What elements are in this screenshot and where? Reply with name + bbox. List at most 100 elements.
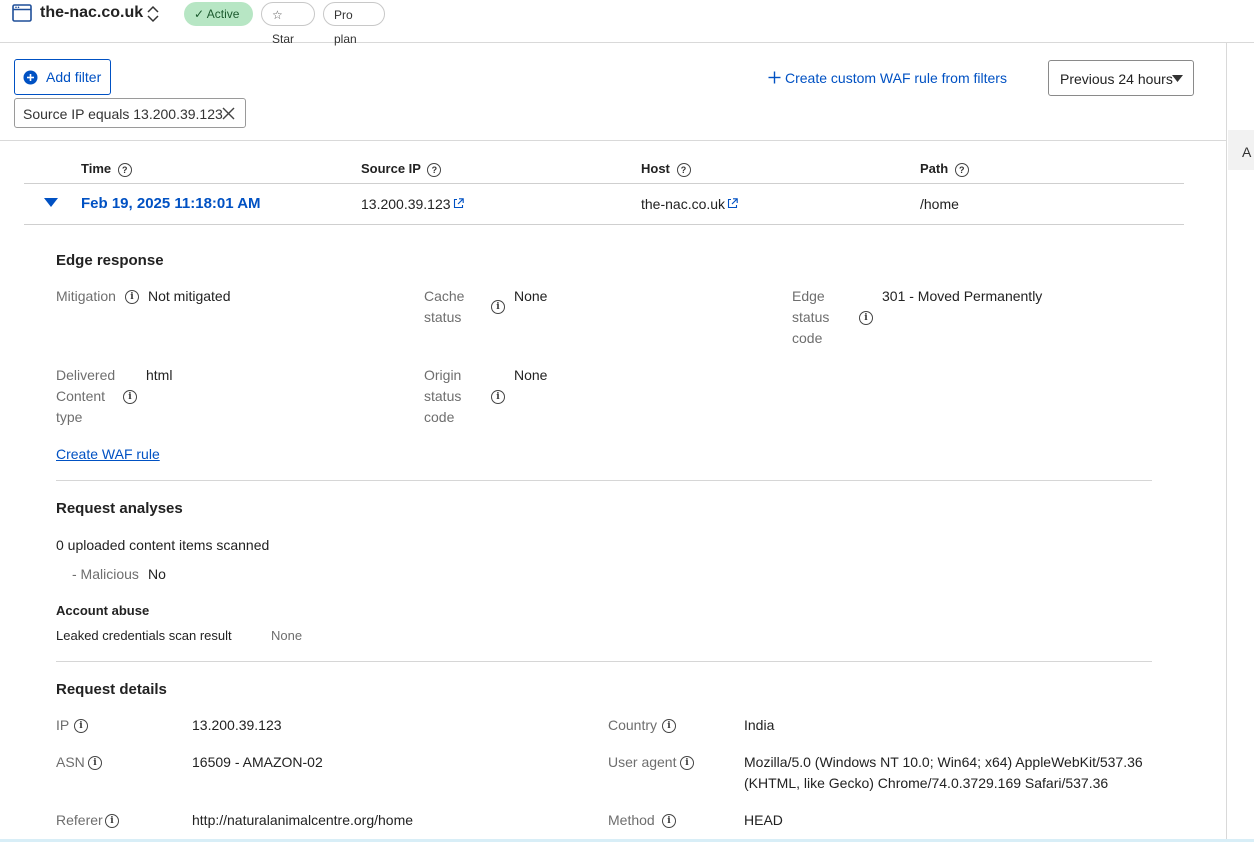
side-panel-divider: [1226, 42, 1227, 842]
plan-badge[interactable]: Pro plan: [323, 2, 385, 46]
external-link-icon[interactable]: [453, 198, 464, 209]
expand-row-caret-icon[interactable]: [44, 198, 58, 207]
cache-status-label-cont: status: [424, 309, 462, 325]
origin-status-code-label-cont: code: [424, 409, 455, 425]
row-source-ip-value: 13.200.39.123: [361, 196, 451, 212]
info-icon[interactable]: i: [662, 719, 676, 733]
request-details-title: Request details: [56, 681, 167, 698]
plus-icon: [768, 71, 781, 84]
edge-status-code-label-cont: code: [792, 330, 823, 346]
remove-filter-close-icon[interactable]: [222, 107, 235, 120]
row-host[interactable]: the-nac.co.uk: [641, 196, 738, 212]
user-agent-value-cont: (KHTML, like Gecko) Chrome/74.0.3729.169…: [744, 775, 1109, 791]
info-icon[interactable]: i: [125, 290, 139, 304]
section-divider: [56, 480, 1152, 481]
delivered-content-type-label-cont: Content: [56, 388, 106, 404]
column-header-path[interactable]: Path ?: [920, 161, 969, 177]
ip-label: IP: [56, 717, 70, 733]
help-icon[interactable]: ?: [954, 162, 969, 177]
column-header-host[interactable]: Host ?: [641, 161, 691, 177]
caret-down-icon: [1172, 75, 1183, 82]
edge-status-code-value: 301 - Moved Permanently: [882, 288, 1043, 304]
row-source-ip[interactable]: 13.200.39.123: [361, 196, 464, 212]
leaked-credentials-label: Leaked credentials scan result: [56, 628, 232, 643]
table-header-divider: [24, 183, 1184, 184]
check-icon: ✓: [194, 7, 205, 21]
delivered-content-type-value: html: [146, 367, 173, 383]
create-waf-rule-link[interactable]: Create WAF rule: [56, 446, 160, 462]
origin-status-code-label: Origin: [424, 367, 462, 383]
country-label: Country: [608, 717, 658, 733]
add-filter-label: Add filter: [46, 69, 102, 85]
add-filter-button[interactable]: Add filter: [14, 59, 111, 95]
cache-status-value: None: [514, 288, 548, 304]
mitigation-value: Not mitigated: [148, 288, 231, 304]
info-icon[interactable]: i: [105, 814, 119, 828]
column-header-host-label: Host: [641, 161, 670, 176]
create-custom-waf-rule-label: Create custom WAF rule from filters: [785, 70, 1007, 86]
zone-domain[interactable]: the-nac.co.uk: [40, 4, 143, 22]
leaked-credentials-value: None: [271, 628, 303, 643]
origin-status-code-label-cont: status: [424, 388, 462, 404]
column-header-source-ip[interactable]: Source IP ?: [361, 161, 442, 177]
edge-response-title: Edge response: [56, 252, 164, 269]
info-icon[interactable]: i: [680, 756, 694, 770]
row-path: /home: [920, 196, 959, 212]
section-divider: [56, 661, 1152, 662]
method-value: HEAD: [744, 812, 783, 828]
row-host-value: the-nac.co.uk: [641, 196, 726, 212]
request-analyses-title: Request analyses: [56, 500, 183, 517]
info-icon[interactable]: i: [74, 719, 88, 733]
star-icon: ☆: [272, 8, 283, 22]
switch-zone-chevron-icon[interactable]: [146, 5, 160, 23]
help-icon[interactable]: ?: [117, 162, 132, 177]
malicious-label: - Malicious: [72, 566, 139, 582]
delivered-content-type-label: Delivered: [56, 367, 116, 383]
filter-divider: [0, 140, 1226, 141]
edge-status-code-label: Edge: [792, 288, 825, 304]
column-header-time-label: Time: [81, 161, 112, 176]
row-time[interactable]: Feb 19, 2025 11:18:01 AM: [81, 195, 261, 212]
info-icon[interactable]: i: [662, 814, 676, 828]
method-label: Method: [608, 812, 655, 828]
plan-label: Pro plan: [334, 8, 357, 46]
asn-value: 16509 - AMAZON-02: [192, 754, 323, 770]
active-filter-label: Source IP equals 13.200.39.123: [23, 106, 223, 122]
edge-status-code-label-cont: status: [792, 309, 830, 325]
info-icon[interactable]: i: [491, 300, 505, 314]
origin-status-code-value: None: [514, 367, 548, 383]
create-custom-waf-rule-link[interactable]: Create custom WAF rule from filters: [768, 70, 1007, 86]
table-row-divider: [24, 224, 1184, 225]
column-header-path-label: Path: [920, 161, 949, 176]
star-button[interactable]: ☆ Star: [261, 2, 315, 46]
external-link-icon[interactable]: [727, 198, 738, 209]
time-range-select[interactable]: Previous 24 hours: [1048, 60, 1194, 96]
user-agent-label: User agent: [608, 754, 677, 770]
help-icon[interactable]: ?: [676, 162, 691, 177]
info-icon[interactable]: i: [123, 390, 137, 404]
scanned-items-text: 0 uploaded content items scanned: [56, 537, 270, 553]
plus-circle-icon: [23, 70, 38, 85]
delivered-content-type-label-cont: type: [56, 409, 83, 425]
info-icon[interactable]: i: [859, 311, 873, 325]
info-icon[interactable]: i: [491, 390, 505, 404]
column-header-time[interactable]: Time ?: [81, 161, 132, 177]
star-label: Star: [272, 32, 295, 46]
top-header: the-nac.co.uk ✓ Active ☆ Star Pro plan: [0, 0, 1254, 46]
side-panel-letter: A: [1242, 144, 1252, 160]
malicious-value: No: [148, 566, 166, 582]
status-badge-label: Active: [206, 7, 240, 21]
browser-window-icon: [12, 4, 32, 22]
side-panel-tab[interactable]: A: [1228, 130, 1254, 170]
cache-status-label: Cache: [424, 288, 465, 304]
referer-label: Referer: [56, 812, 103, 828]
asn-label: ASN: [56, 754, 85, 770]
user-agent-value: Mozilla/5.0 (Windows NT 10.0; Win64; x64…: [744, 754, 1143, 770]
status-badge: ✓ Active: [184, 2, 253, 26]
info-icon[interactable]: i: [88, 756, 102, 770]
help-icon[interactable]: ?: [427, 162, 442, 177]
active-filter-chip[interactable]: Source IP equals 13.200.39.123: [14, 98, 246, 128]
account-abuse-title: Account abuse: [56, 603, 150, 618]
mitigation-label: Mitigation: [56, 288, 116, 304]
ip-value: 13.200.39.123: [192, 717, 282, 733]
